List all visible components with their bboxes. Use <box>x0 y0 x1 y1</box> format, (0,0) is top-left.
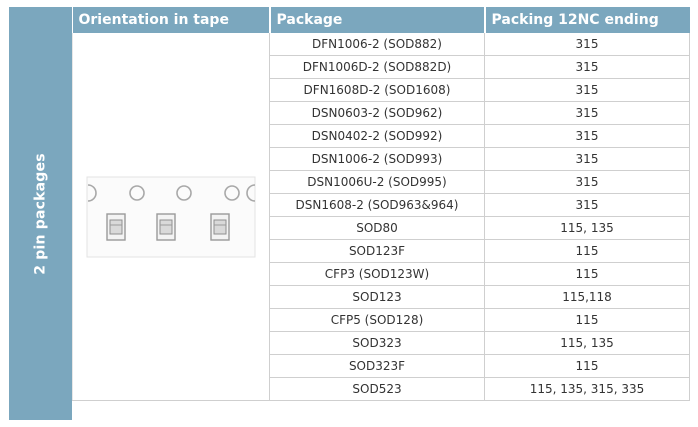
sidebar-label: 2 pin packages <box>32 152 49 275</box>
packing-cell: 115 <box>484 308 690 332</box>
table-row: DFN1006-2 (SOD882) 315 <box>72 33 690 401</box>
package-cell: DFN1006-2 (SOD882) <box>269 33 485 56</box>
packing-cell: 315 <box>484 33 690 56</box>
packing-cell: 115, 135 <box>484 216 690 240</box>
package-cell: SOD123F <box>269 239 485 263</box>
packing-cell: 115 <box>484 239 690 263</box>
packing-cell: 315 <box>484 147 690 171</box>
sidebar-label-wrap: 2 pin packages <box>9 7 72 420</box>
package-cell: DFN1608D-2 (SOD1608) <box>269 78 485 102</box>
header-orientation: Orientation in tape <box>72 7 271 33</box>
package-cell: SOD323F <box>269 354 485 378</box>
packing-cell: 315 <box>484 55 690 79</box>
package-cell: SOD323 <box>269 331 485 355</box>
packing-cell: 315 <box>484 124 690 148</box>
header-package: Package <box>269 7 486 33</box>
packing-cell: 115, 135, 315, 335 <box>484 377 690 401</box>
package-table: Orientation in tape Package Packing 12NC… <box>72 7 690 401</box>
packing-cell: 115 <box>484 262 690 286</box>
package-cell: CFP5 (SOD128) <box>269 308 485 332</box>
packing-cell: 315 <box>484 101 690 125</box>
header-packing: Packing 12NC ending <box>484 7 690 33</box>
orientation-cell <box>72 33 270 401</box>
packing-cell: 115,118 <box>484 285 690 309</box>
package-cell: DSN1006U-2 (SOD995) <box>269 170 485 194</box>
package-cell: CFP3 (SOD123W) <box>269 262 485 286</box>
package-cell: DSN0603-2 (SOD962) <box>269 101 485 125</box>
package-cell: DFN1006D-2 (SOD882D) <box>269 55 485 79</box>
table-body: DFN1006-2 (SOD882) 315 DFN1006D-2 (SOD882D… <box>72 33 690 401</box>
packing-cell: 115, 135 <box>484 331 690 355</box>
packing-cell: 315 <box>484 170 690 194</box>
packing-cell: 315 <box>484 193 690 217</box>
package-cell: DSN1006-2 (SOD993) <box>269 147 485 171</box>
packing-cell: 315 <box>484 78 690 102</box>
package-cell: SOD123 <box>269 285 485 309</box>
package-cell: DSN0402-2 (SOD992) <box>269 124 485 148</box>
package-cell: SOD80 <box>269 216 485 240</box>
package-cell: DSN1608-2 (SOD963&964) <box>269 193 485 217</box>
table-header-row: Orientation in tape Package Packing 12NC… <box>72 7 690 33</box>
packing-cell: 115 <box>484 354 690 378</box>
package-table-frame: 2 pin packages Orientation in tape Packa… <box>9 7 690 420</box>
package-cell: SOD523 <box>269 377 485 401</box>
tape-reel-orientation-icon <box>86 176 256 257</box>
